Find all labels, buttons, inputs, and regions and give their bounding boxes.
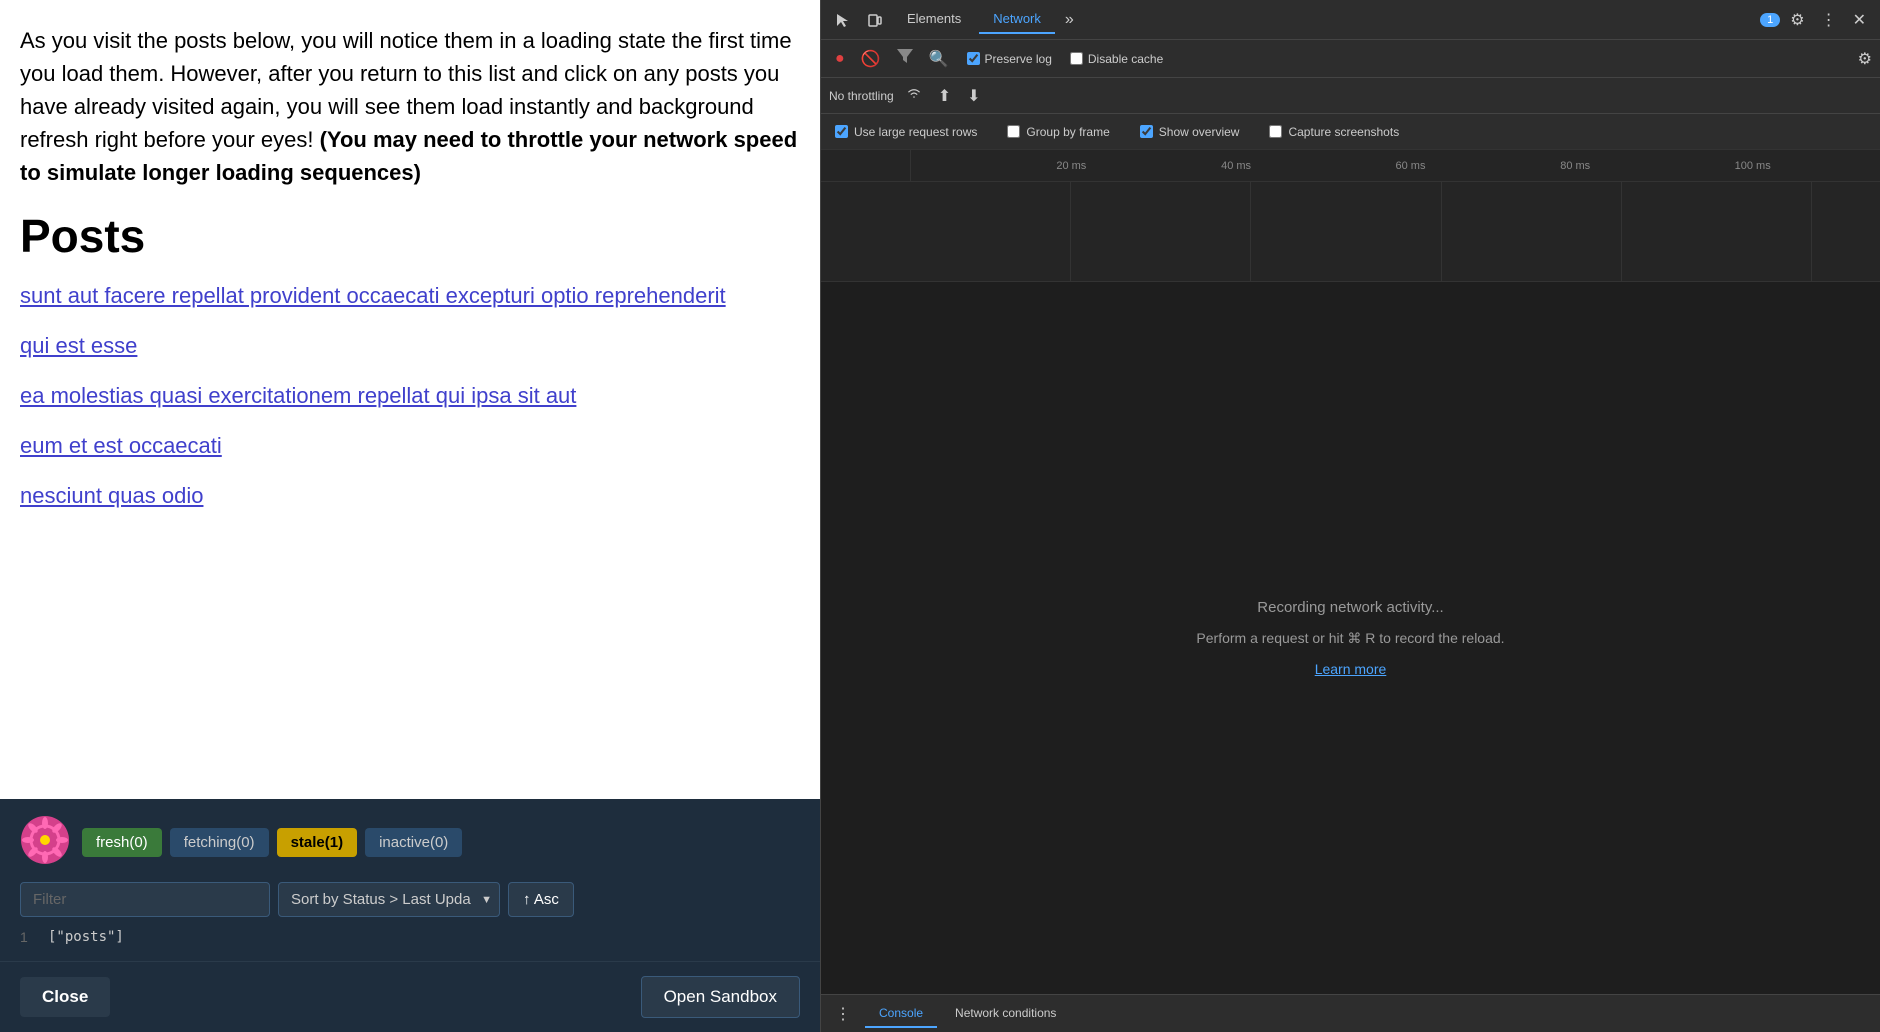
tick-20ms: 20 ms [1056, 160, 1086, 172]
sort-select[interactable]: Sort by Status > Last Upda [278, 882, 500, 917]
tab-network-conditions[interactable]: Network conditions [941, 1000, 1070, 1028]
preserve-log-input[interactable] [967, 52, 980, 65]
post-link-5[interactable]: nesciunt quas odio [20, 483, 800, 509]
show-overview-option: Show overview [1140, 125, 1240, 139]
learn-more-link[interactable]: Learn more [1315, 661, 1387, 677]
recording-instruction-text: Perform a request or hit ⌘ R to record t… [1196, 630, 1504, 647]
filter-button[interactable] [891, 45, 919, 72]
tab-elements[interactable]: Elements [893, 5, 975, 34]
disable-cache-input[interactable] [1070, 52, 1083, 65]
group-by-frame-option: Group by frame [1007, 125, 1109, 139]
network-options-row: Use large request rows Group by frame Sh… [821, 114, 1880, 150]
tick-40ms: 40 ms [1221, 160, 1251, 172]
timeline-vline-3 [1441, 182, 1442, 281]
show-overview-checkbox[interactable] [1140, 125, 1153, 138]
close-button[interactable]: Close [20, 977, 110, 1017]
network-toolbar2: No throttling ⬆ ⬇ [821, 78, 1880, 114]
query-row: 1 ["posts"] [20, 929, 800, 945]
open-sandbox-button[interactable]: Open Sandbox [641, 976, 800, 1018]
tick-100ms: 100 ms [1735, 160, 1771, 172]
intro-paragraph: As you visit the posts below, you will n… [20, 24, 800, 189]
devtools-bottom-dots[interactable]: ⋮ [829, 1000, 857, 1028]
tab-network[interactable]: Network [979, 5, 1055, 34]
capture-screenshots-label: Capture screenshots [1288, 125, 1399, 139]
network-toolbar: ● 🚫 🔍 Preserve log Disable cache ⚙ [821, 40, 1880, 78]
capture-screenshots-checkbox[interactable] [1269, 125, 1282, 138]
timeline-vline-4 [1621, 182, 1622, 281]
action-buttons: Close Open Sandbox [0, 961, 820, 1032]
preserve-log-checkbox: Preserve log [967, 52, 1052, 66]
filter-row: Sort by Status > Last Upda ↑ Asc [20, 882, 800, 917]
use-large-rows-checkbox[interactable] [835, 125, 848, 138]
query-devtools-toolbar: fresh(0) fetching(0) stale(1) inactive(0… [0, 799, 820, 961]
inactive-status-button[interactable]: inactive(0) [365, 828, 462, 857]
tab-console[interactable]: Console [865, 1000, 937, 1028]
capture-screenshots-option: Capture screenshots [1269, 125, 1399, 139]
devtools-bottom-bar: ⋮ Console Network conditions [821, 994, 1880, 1032]
query-number: 1 [20, 929, 40, 945]
close-devtools-button[interactable]: ✕ [1847, 6, 1872, 34]
sort-wrapper: Sort by Status > Last Upda [278, 882, 500, 917]
recording-status-text: Recording network activity... [1257, 599, 1443, 616]
timeline-vline-5 [1811, 182, 1812, 281]
left-panel: As you visit the posts below, you will n… [0, 0, 820, 1032]
timeline-header: 20 ms 40 ms 60 ms 80 ms 100 ms [821, 150, 1880, 182]
asc-button[interactable]: ↑ Asc [508, 882, 574, 917]
group-by-frame-label: Group by frame [1026, 125, 1109, 139]
clear-button[interactable]: 🚫 [855, 45, 887, 73]
tick-60ms: 60 ms [1396, 160, 1426, 172]
throttle-wifi-button[interactable] [902, 84, 926, 107]
use-large-rows-option: Use large request rows [835, 125, 977, 139]
show-overview-label: Show overview [1159, 125, 1240, 139]
device-toolbar-button[interactable] [861, 8, 889, 32]
main-content: As you visit the posts below, you will n… [0, 0, 820, 799]
more-tabs-button[interactable]: » [1059, 7, 1080, 33]
network-empty-state: Recording network activity... Perform a … [821, 282, 1880, 994]
upload-button[interactable]: ⬆ [934, 84, 955, 108]
post-link-3[interactable]: ea molestias quasi exercitationem repell… [20, 383, 800, 409]
download-button[interactable]: ⬇ [963, 84, 984, 108]
group-by-frame-checkbox[interactable] [1007, 125, 1020, 138]
post-link-2[interactable]: qui est esse [20, 333, 800, 359]
stale-status-button[interactable]: stale(1) [277, 828, 358, 857]
network-settings-button[interactable]: ⚙ [1858, 49, 1872, 69]
cursor-tool-button[interactable] [829, 8, 857, 32]
record-button[interactable]: ● [829, 46, 851, 72]
error-counter-badge: 1 [1760, 13, 1780, 27]
settings-gear-button[interactable]: ⚙ [1784, 6, 1810, 34]
search-button[interactable]: 🔍 [923, 45, 955, 73]
filter-input[interactable] [20, 882, 270, 917]
disable-cache-label: Disable cache [1088, 52, 1163, 66]
timeline-body [821, 182, 1880, 282]
disable-cache-checkbox: Disable cache [1070, 52, 1163, 66]
fresh-status-button[interactable]: fresh(0) [82, 828, 162, 857]
timeline-vline-2 [1250, 182, 1251, 281]
status-buttons: fresh(0) fetching(0) stale(1) inactive(0… [82, 828, 462, 857]
post-link-1[interactable]: sunt aut facere repellat provident occae… [20, 283, 800, 309]
query-value: ["posts"] [48, 929, 124, 945]
post-link-4[interactable]: eum et est occaecati [20, 433, 800, 459]
devtools-panel: Elements Network » 1 ⚙ ⋮ ✕ ● 🚫 🔍 Preserv… [820, 0, 1880, 1032]
posts-heading: Posts [20, 209, 800, 263]
devtools-topbar: Elements Network » 1 ⚙ ⋮ ✕ [821, 0, 1880, 40]
bottom-section: fresh(0) fetching(0) stale(1) inactive(0… [0, 799, 820, 1032]
timeline-left-col [821, 150, 911, 181]
tick-80ms: 80 ms [1560, 160, 1590, 172]
use-large-rows-label: Use large request rows [854, 125, 977, 139]
logo-icon [20, 815, 70, 870]
more-options-button[interactable]: ⋮ [1815, 6, 1843, 34]
throttle-label: No throttling [829, 89, 894, 103]
fetching-status-button[interactable]: fetching(0) [170, 828, 269, 857]
preserve-log-label: Preserve log [985, 52, 1052, 66]
timeline-vline-1 [1070, 182, 1071, 281]
